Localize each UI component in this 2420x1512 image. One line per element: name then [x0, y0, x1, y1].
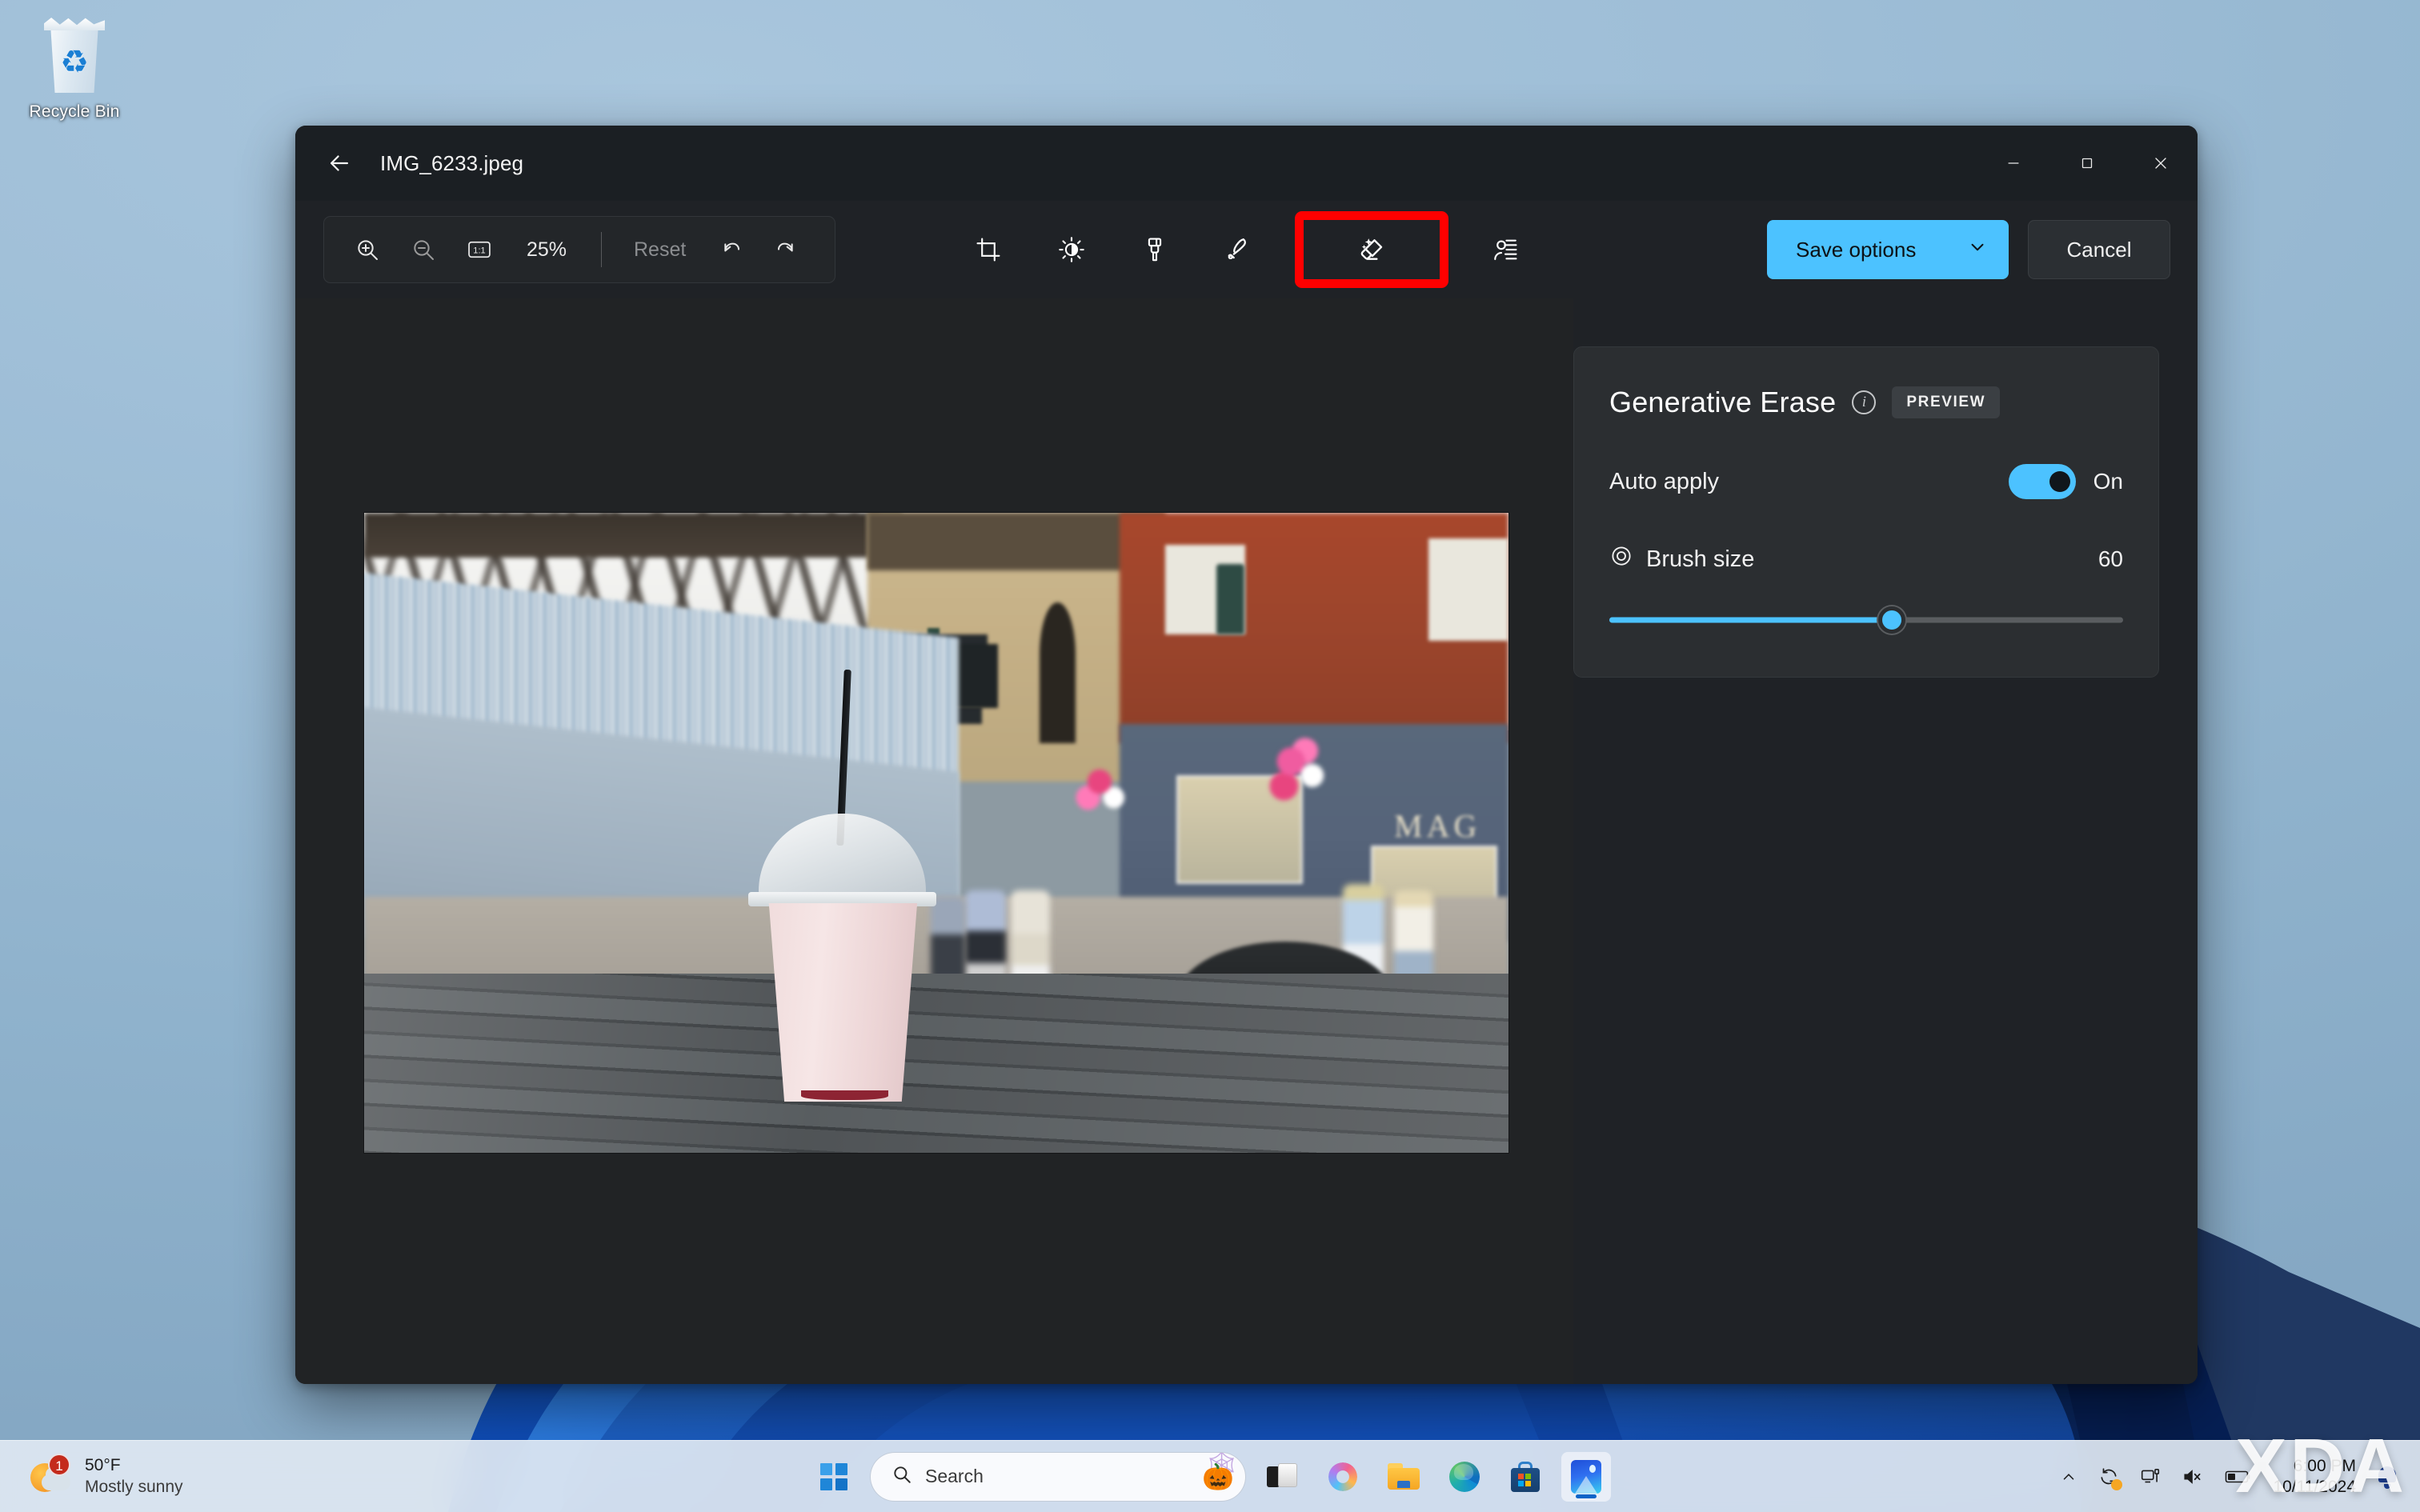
edited-photo[interactable]: MAG — [364, 513, 1508, 1153]
jack-o-lantern-icon: 🎃 — [1202, 1462, 1234, 1491]
redo-icon[interactable] — [761, 225, 812, 274]
brightness-icon[interactable] — [1045, 223, 1098, 276]
minimize-icon[interactable] — [1977, 126, 2050, 201]
weather-condition: Mostly sunny — [85, 1477, 183, 1496]
reset-button[interactable]: Reset — [619, 230, 700, 270]
tool-options-panel: Generative Erase i PREVIEW Auto apply On — [1573, 298, 2198, 1384]
search-input[interactable]: Search 🕸 🎃 — [870, 1451, 1246, 1502]
auto-apply-state: On — [2093, 469, 2123, 494]
photos-app-window: IMG_6233.jpeg 1:1 25% Reset Save options… — [295, 126, 2198, 1384]
undo-icon[interactable] — [705, 225, 756, 274]
maximize-icon[interactable] — [2050, 126, 2124, 201]
command-actions: Save options Cancel — [1767, 220, 2170, 279]
window-controls — [1977, 126, 2198, 201]
save-options-button[interactable]: Save options — [1767, 220, 2009, 279]
windows-start-icon[interactable] — [809, 1452, 859, 1502]
windows-taskbar: 1 50°F Mostly sunny Search 🕸 🎃 6:00 PM 1… — [0, 1440, 2420, 1512]
copilot-icon[interactable] — [1318, 1452, 1368, 1502]
magic-erase-icon[interactable] — [1345, 223, 1398, 276]
editor-body: MAG Generative Erase i PREVIEW Auto appl… — [295, 298, 2198, 1384]
brush-size-row: Brush size 60 — [1609, 544, 2123, 574]
windows-update-icon[interactable] — [2098, 1466, 2123, 1490]
photos-icon[interactable] — [1561, 1451, 1611, 1502]
generative-erase-card: Generative Erase i PREVIEW Auto apply On — [1573, 346, 2159, 678]
search-icon — [891, 1464, 912, 1489]
clock-time: 6:00 PM — [2293, 1456, 2356, 1475]
zoom-controls-group: 1:1 25% Reset — [323, 216, 835, 283]
actual-size-icon[interactable]: 1:1 — [454, 225, 505, 274]
info-icon[interactable]: i — [1852, 390, 1877, 414]
weather-text: 50°F Mostly sunny — [85, 1455, 183, 1498]
edit-tools-group — [962, 211, 1532, 288]
brush-size-value: 60 — [2097, 546, 2123, 571]
auto-apply-toggle[interactable] — [2008, 464, 2076, 499]
brush-size-slider[interactable] — [1609, 606, 2123, 634]
folder-icon[interactable] — [1379, 1452, 1428, 1502]
weather-badge-count: 1 — [48, 1453, 70, 1476]
back-arrow-icon[interactable] — [316, 140, 363, 186]
panel-title: Generative Erase — [1609, 386, 1837, 418]
toolbar-divider — [601, 232, 602, 267]
panel-header: Generative Erase i PREVIEW — [1609, 386, 2123, 419]
svg-text:1:1: 1:1 — [473, 246, 485, 255]
toggle-knob — [2049, 471, 2070, 492]
recycle-bin-label: Recycle Bin — [29, 102, 120, 121]
search-placeholder: Search — [925, 1466, 984, 1486]
bell-icon[interactable] — [2377, 1465, 2398, 1489]
slider-fill — [1609, 617, 1893, 623]
paintbrush-icon[interactable] — [1128, 223, 1181, 276]
brush-size-label-group: Brush size — [1609, 544, 1754, 574]
desktop: ♻ Recycle Bin IMG_6233.jpeg 1:1 25% Rese… — [0, 0, 2420, 1512]
brush-size-label: Brush size — [1646, 546, 1755, 572]
crop-icon[interactable] — [962, 223, 1015, 276]
weather-icon: 1 — [29, 1453, 72, 1497]
auto-apply-control[interactable]: On — [2008, 464, 2123, 499]
taskbar-center-cluster: Search 🕸 🎃 — [809, 1451, 1611, 1502]
taskbar-clock[interactable]: 6:00 PM 10/11/2024 — [2273, 1456, 2356, 1498]
edge-icon[interactable] — [1440, 1452, 1489, 1502]
cancel-button[interactable]: Cancel — [2028, 220, 2170, 279]
auto-apply-label: Auto apply — [1609, 468, 1720, 494]
recycle-bin-icon: ♻ — [36, 16, 113, 96]
remote-desktop-icon[interactable] — [2140, 1466, 2161, 1487]
brush-size-icon — [1609, 544, 1633, 574]
chevron-up-icon[interactable] — [2060, 1468, 2077, 1486]
chevron-down-icon[interactable] — [1967, 237, 1988, 263]
taskbar-weather-widget[interactable]: 1 50°F Mostly sunny — [18, 1450, 194, 1502]
editor-command-bar: 1:1 25% Reset Save options Cancel — [295, 201, 2198, 298]
generative-erase-tool[interactable] — [1294, 211, 1448, 288]
save-options-label: Save options — [1796, 237, 1917, 262]
auto-apply-row: Auto apply On — [1609, 464, 2123, 499]
weather-temperature: 50°F — [85, 1456, 121, 1475]
system-tray: 6:00 PM 10/11/2024 — [2060, 1441, 2420, 1512]
close-icon[interactable] — [2124, 126, 2198, 201]
desktop-icon-recycle-bin[interactable]: ♻ Recycle Bin — [14, 11, 134, 122]
window-title: IMG_6233.jpeg — [380, 150, 524, 175]
image-canvas-area[interactable]: MAG — [295, 298, 1573, 1384]
task-view-icon[interactable] — [1257, 1452, 1307, 1502]
zoom-out-icon[interactable] — [398, 225, 449, 274]
clock-date: 10/11/2024 — [2273, 1478, 2356, 1496]
window-titlebar: IMG_6233.jpeg — [295, 126, 2198, 201]
battery-icon[interactable] — [2225, 1468, 2252, 1486]
blur-icon[interactable] — [1479, 223, 1532, 276]
slider-thumb[interactable] — [1878, 606, 1906, 634]
store-icon[interactable] — [1500, 1452, 1550, 1502]
zoom-level-value: 25% — [526, 238, 567, 261]
volume-muted-icon[interactable] — [2182, 1466, 2204, 1487]
zoom-in-icon[interactable] — [342, 225, 393, 274]
eraser-pen-icon[interactable] — [1212, 223, 1264, 276]
preview-badge: PREVIEW — [1892, 386, 2001, 418]
